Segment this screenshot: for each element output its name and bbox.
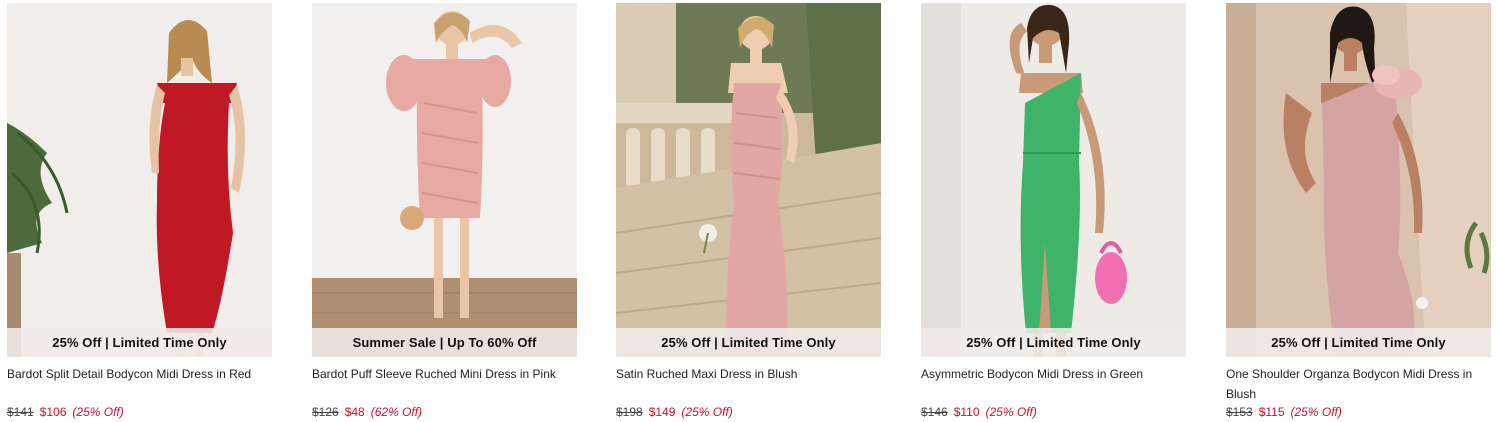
product-name[interactable]: Satin Ruched Maxi Dress in Blush	[616, 364, 881, 384]
sale-price: $48	[344, 405, 365, 419]
original-price: $153	[1226, 405, 1253, 419]
price-row: $146 $110 (25% Off)	[921, 403, 1037, 421]
original-price: $126	[312, 405, 339, 419]
price-row: $198 $149 (25% Off)	[616, 403, 733, 421]
product-image[interactable]: 25% Off | Limited Time Only	[1226, 3, 1491, 357]
promo-badge: 25% Off | Limited Time Only	[7, 328, 272, 357]
sale-price: $106	[39, 405, 67, 419]
product-image[interactable]: 25% Off | Limited Time Only	[7, 3, 272, 357]
promo-badge: 25% Off | Limited Time Only	[616, 328, 881, 357]
product-card[interactable]: 25% Off | Limited Time Only One Shoulder…	[1226, 3, 1491, 422]
promo-badge: 25% Off | Limited Time Only	[921, 328, 1186, 357]
product-card[interactable]: Summer Sale | Up To 60% Off Bardot Puff …	[312, 3, 577, 422]
product-card[interactable]: 25% Off | Limited Time Only Bardot Split…	[7, 3, 272, 422]
product-name[interactable]: Asymmetric Bodycon Midi Dress in Green	[921, 364, 1186, 384]
sale-price: $115	[1258, 405, 1285, 419]
original-price: $198	[616, 405, 643, 419]
sale-price: $149	[648, 405, 676, 419]
sale-price: $110	[953, 405, 980, 419]
discount-label: (25% Off)	[1290, 405, 1342, 419]
original-price: $146	[921, 405, 948, 419]
discount-label: (25% Off)	[681, 405, 733, 419]
price-row: $141 $106 (25% Off)	[7, 403, 124, 421]
product-grid: 25% Off | Limited Time Only Bardot Split…	[0, 0, 1496, 422]
promo-badge: Summer Sale | Up To 60% Off	[312, 328, 577, 357]
product-card[interactable]: 25% Off | Limited Time Only Asymmetric B…	[921, 3, 1186, 422]
discount-label: (25% Off)	[72, 405, 124, 419]
product-image[interactable]: 25% Off | Limited Time Only	[616, 3, 881, 357]
discount-label: (62% Off)	[370, 405, 423, 419]
price-row: $126 $48 (62% Off)	[312, 403, 422, 421]
price-row: $153 $115 (25% Off)	[1226, 403, 1342, 421]
product-name[interactable]: Bardot Split Detail Bodycon Midi Dress i…	[7, 364, 272, 384]
product-image[interactable]: 25% Off | Limited Time Only	[921, 3, 1186, 357]
product-card[interactable]: 25% Off | Limited Time Only Satin Ruched…	[616, 3, 881, 422]
product-name[interactable]: One Shoulder Organza Bodycon Midi Dress …	[1226, 364, 1491, 404]
product-name[interactable]: Bardot Puff Sleeve Ruched Mini Dress in …	[312, 364, 577, 384]
product-image[interactable]: Summer Sale | Up To 60% Off	[312, 3, 577, 357]
discount-label: (25% Off)	[985, 405, 1037, 419]
promo-badge: 25% Off | Limited Time Only	[1226, 328, 1491, 357]
original-price: $141	[7, 405, 34, 419]
